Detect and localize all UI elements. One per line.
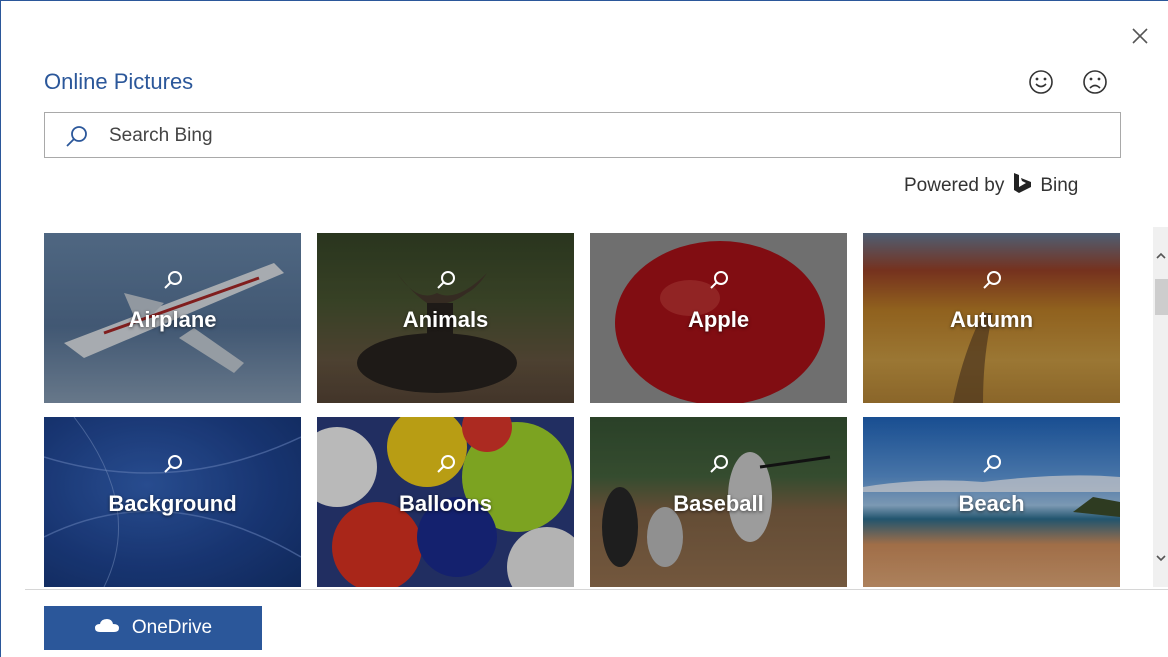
category-tile-balloons[interactable]: Balloons xyxy=(317,417,574,587)
smile-icon[interactable] xyxy=(1026,67,1056,97)
search-icon xyxy=(162,453,184,475)
bing-brand-label: Bing xyxy=(1040,175,1079,196)
search-icon xyxy=(65,124,89,148)
onedrive-label: OneDrive xyxy=(131,617,213,638)
category-tile-baseball[interactable]: Baseball xyxy=(590,417,847,587)
category-grid: Airplane Animals Apple Autumn Background… xyxy=(44,233,1122,588)
frown-icon[interactable] xyxy=(1080,67,1110,97)
category-tile-beach[interactable]: Beach xyxy=(863,417,1120,587)
chevron-up-icon[interactable] xyxy=(1154,249,1168,263)
search-icon xyxy=(708,453,730,475)
search-box[interactable] xyxy=(44,112,1121,158)
category-tile-animals[interactable]: Animals xyxy=(317,233,574,403)
category-label: Background xyxy=(108,491,237,516)
search-icon xyxy=(708,269,730,291)
dialog-title: Online Pictures xyxy=(44,69,194,94)
cloud-icon xyxy=(94,617,120,639)
chevron-down-icon[interactable] xyxy=(1154,551,1168,565)
search-icon xyxy=(162,269,184,291)
category-tile-airplane[interactable]: Airplane xyxy=(44,233,301,403)
category-label: Autumn xyxy=(949,307,1034,332)
category-tile-apple[interactable]: Apple xyxy=(590,233,847,403)
category-label: Apple xyxy=(687,307,750,332)
category-label: Animals xyxy=(402,307,489,332)
category-tile-autumn[interactable]: Autumn xyxy=(863,233,1120,403)
bing-logo-icon xyxy=(1012,172,1032,200)
powered-by-label: Powered by xyxy=(904,175,1005,196)
footer-divider xyxy=(25,589,1168,590)
onedrive-button[interactable]: OneDrive xyxy=(44,606,262,650)
powered-by-bing: Powered by Bing xyxy=(904,172,1078,200)
category-tile-background[interactable]: Background xyxy=(44,417,301,587)
online-pictures-dialog: Online Pictures Powered by xyxy=(0,0,1168,657)
category-label: Balloons xyxy=(399,491,492,516)
category-label: Baseball xyxy=(673,491,764,516)
scrollbar-thumb[interactable] xyxy=(1155,279,1168,315)
category-label: Beach xyxy=(958,491,1025,516)
scrollbar[interactable] xyxy=(1153,227,1168,587)
search-icon xyxy=(981,269,1003,291)
category-label: Airplane xyxy=(128,307,217,332)
search-icon xyxy=(435,453,457,475)
close-icon[interactable] xyxy=(1129,25,1151,47)
search-icon xyxy=(981,453,1003,475)
search-icon xyxy=(435,269,457,291)
search-input[interactable] xyxy=(107,121,1091,151)
